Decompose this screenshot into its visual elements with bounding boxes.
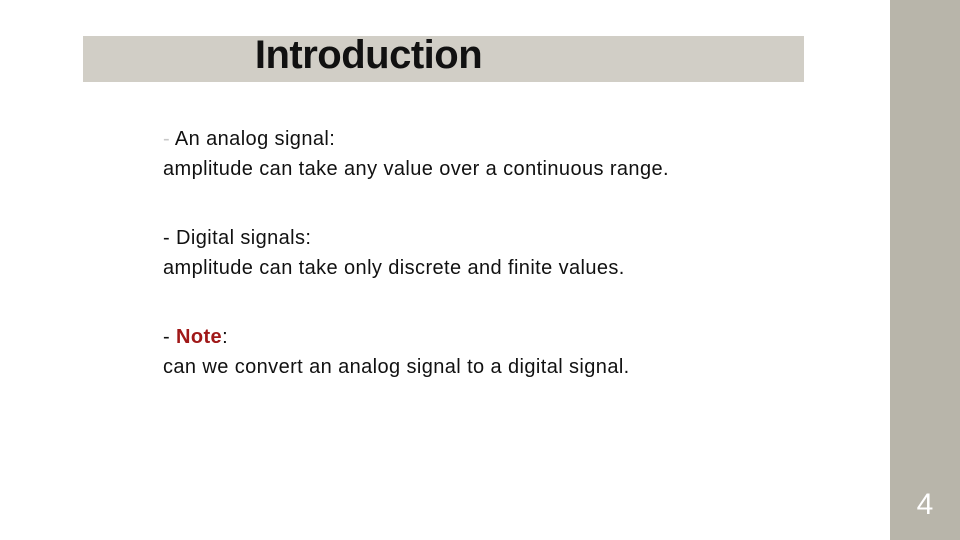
- note-keyword: Note: [176, 326, 223, 348]
- bullet-dash: -: [163, 227, 177, 249]
- paragraph-analog: - An analog signal: amplitude can take a…: [163, 124, 669, 184]
- heading-suffix: :: [222, 326, 229, 348]
- heading-text: An analog signal:: [170, 128, 336, 150]
- paragraph-digital: - Digital signals: amplitude can take on…: [163, 223, 669, 283]
- slide-title: Introduction: [254, 33, 483, 77]
- paragraph-body: amplitude can take only discrete and fin…: [163, 257, 625, 279]
- heading-text: Digital signals:: [176, 227, 312, 249]
- bullet-dash: -: [163, 326, 177, 348]
- paragraph-note: - Note: can we convert an analog signal …: [163, 322, 669, 382]
- paragraph-heading: - Digital signals:: [163, 223, 669, 253]
- bullet-dash: -: [163, 128, 171, 150]
- paragraph-body: can we convert an analog signal to a dig…: [163, 356, 630, 378]
- paragraph-body: amplitude can take any value over a cont…: [163, 158, 669, 180]
- side-bar: [890, 0, 960, 540]
- slide-body: - An analog signal: amplitude can take a…: [163, 124, 669, 421]
- paragraph-heading: - Note:: [163, 322, 669, 352]
- page-number: 4: [916, 488, 934, 521]
- paragraph-heading: - An analog signal:: [163, 124, 669, 154]
